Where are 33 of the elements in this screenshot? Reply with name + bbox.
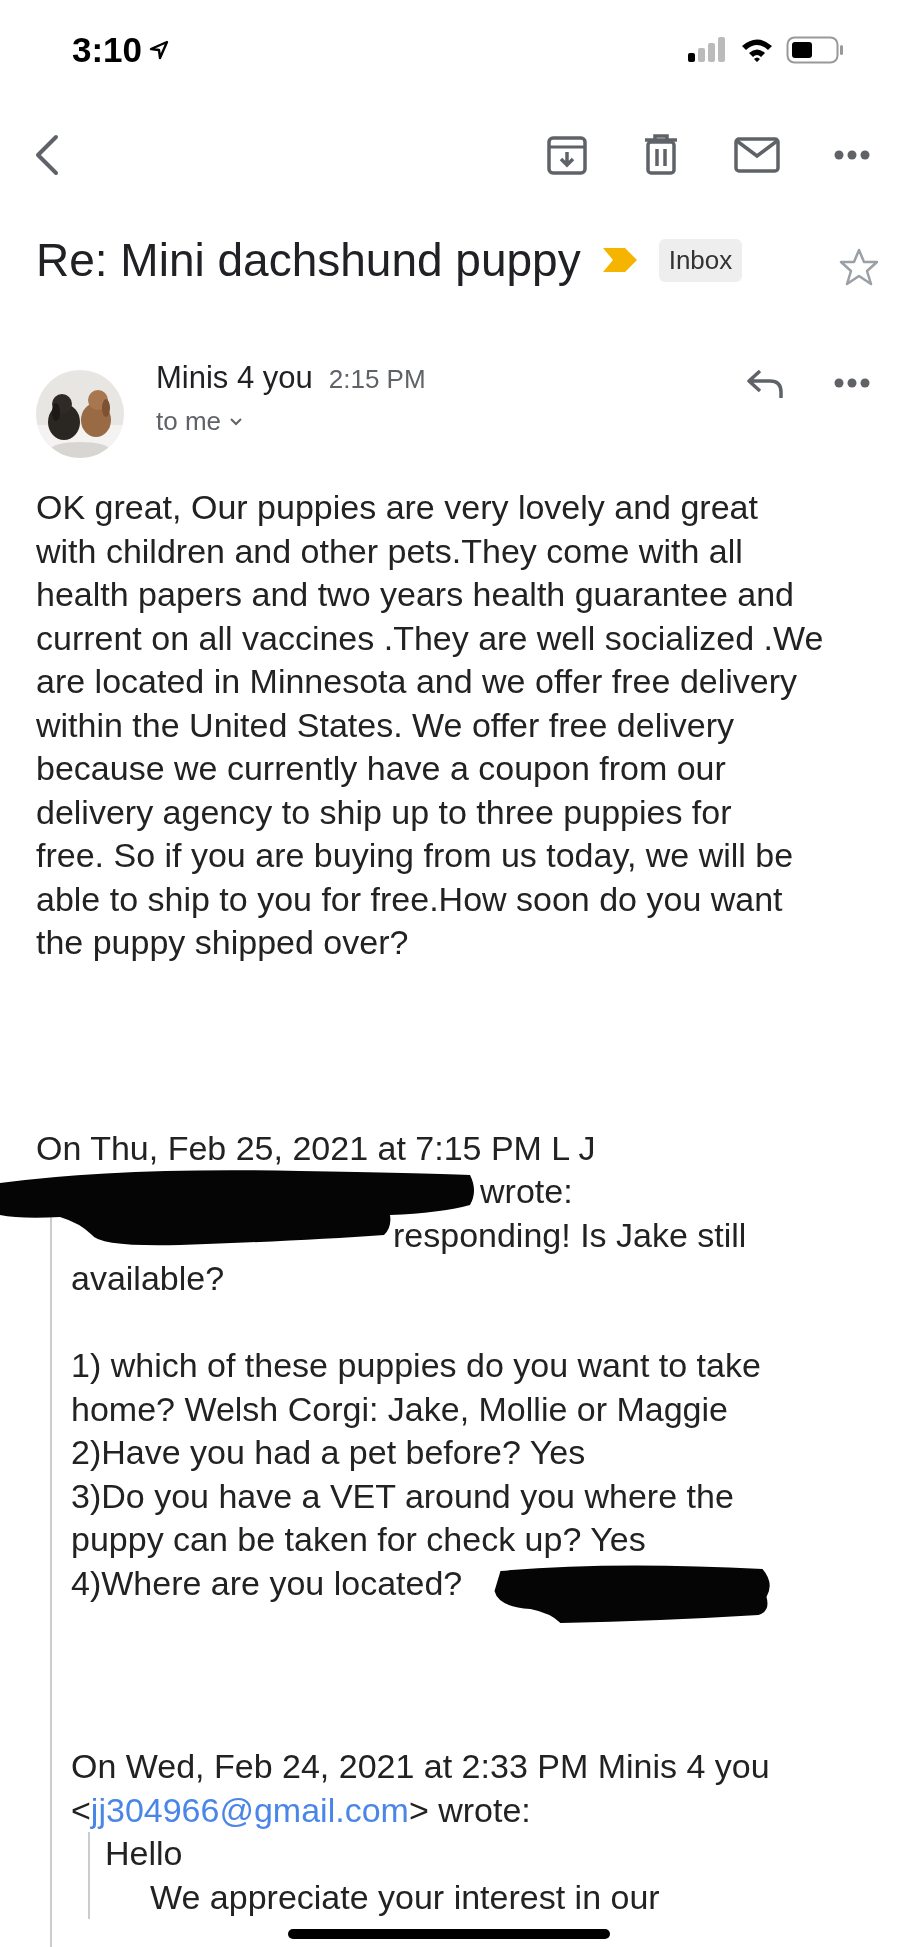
email-subject: Re: Mini dachshund puppy (36, 233, 581, 287)
quote-header: > wrote: (408, 1790, 531, 1829)
sent-time: 2:15 PM (328, 364, 426, 395)
quote-header: On Thu, Feb 25, 2021 at 7:15 PM L J (36, 1127, 597, 1169)
clock-time: 3:10 (72, 30, 143, 70)
importance-marker-icon[interactable] (600, 246, 639, 274)
quoted-text: 4)Where are you located? (71, 1562, 463, 1604)
archive-button[interactable] (546, 134, 588, 176)
email-link[interactable]: jj304966@gmail.com (90, 1790, 409, 1829)
star-button[interactable] (838, 247, 880, 287)
quote-header: < (71, 1790, 91, 1829)
quote-header: wrote: (479, 1171, 574, 1212)
quote-header: On Wed, Feb 24, 2021 at 2:33 PM Minis 4 you (71, 1746, 771, 1787)
more-button[interactable] (834, 378, 870, 388)
inbox-label: Inbox (658, 238, 743, 282)
reply-button[interactable] (746, 368, 784, 400)
mail-button[interactable] (734, 137, 780, 173)
sender-name: Minis 4 you (156, 360, 313, 396)
quoted-text: Hello (105, 1833, 184, 1874)
recipient-details-button[interactable]: to me (156, 406, 244, 437)
location-arrow-icon (148, 39, 171, 61)
quoted-text: We appreciate your interest in our (150, 1876, 660, 1918)
chevron-down-icon (229, 416, 244, 427)
quoted-text: 3)Do you have a VET around you where the puppy can be taken for check up? Yes (71, 1475, 734, 1560)
delete-button[interactable] (642, 134, 680, 176)
signal-icon (688, 37, 728, 63)
quoted-text: 1) which of these puppies do you want to take home? Welsh Corgi: Jake, Mollie or Maggie (71, 1345, 761, 1430)
battery-icon (786, 36, 844, 64)
email-body: OK great, Our puppies are very lovely and great with children and other pets.They come with all health papers and two years health guarantee and current on all vaccines .They are well socialized .We are located in Minnesota and we offer free delivery within the United States. We offer free delivery because we currently have a coupon from our delivery agency to ship up to three puppies for free. So if you are buying from us today, we will be able to ship to you for free.How soon do you want the puppy shipped over? (35, 487, 825, 963)
more-button[interactable] (834, 150, 870, 160)
wifi-icon (740, 37, 774, 63)
quoted-text: 2)Have you had a pet before? Yes (71, 1432, 586, 1473)
quoted-text: responding! Is Jake still available? (71, 1214, 748, 1299)
